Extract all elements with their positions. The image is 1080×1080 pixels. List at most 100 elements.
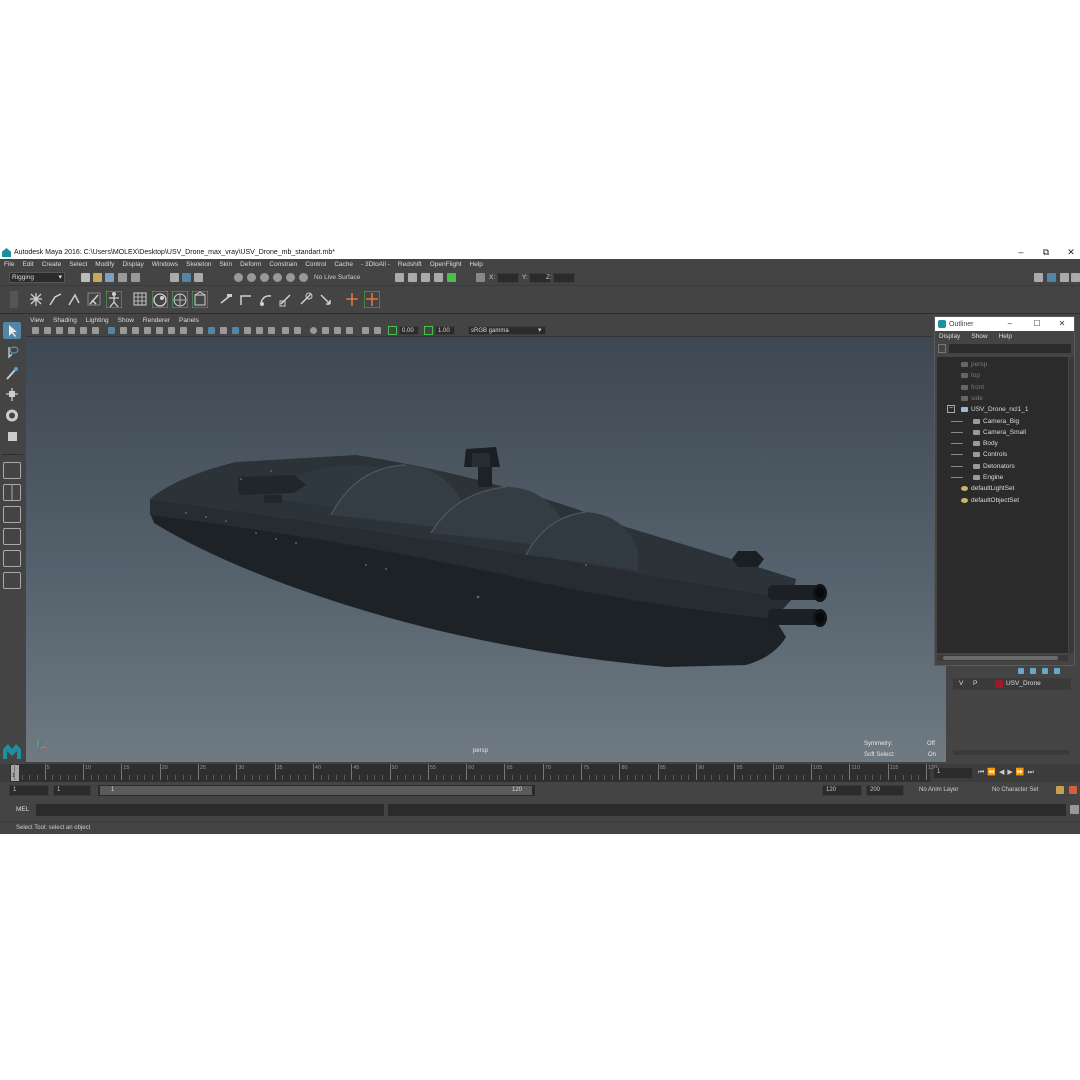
render-view-icon[interactable]: [395, 273, 404, 282]
safe-title-icon[interactable]: [180, 327, 187, 334]
open-scene-icon[interactable]: [93, 273, 102, 282]
anim-layer-dropdown[interactable]: No Anim Layer: [919, 787, 958, 793]
xray-icon[interactable]: [322, 327, 329, 334]
menu-edit[interactable]: Edit: [22, 261, 33, 268]
outliner-menu-help[interactable]: Help: [999, 333, 1012, 340]
maximize-button[interactable]: ⧉: [1033, 246, 1059, 259]
select-object-icon[interactable]: [182, 273, 191, 282]
menu-skeleton[interactable]: Skeleton: [186, 261, 211, 268]
menu-cache[interactable]: Cache: [334, 261, 353, 268]
outliner-item[interactable]: Controls: [937, 449, 1068, 460]
tool-settings-icon[interactable]: [1060, 273, 1069, 282]
scale-tool-icon[interactable]: [3, 428, 21, 445]
redo-icon[interactable]: [131, 273, 140, 282]
layer-row[interactable]: V P USV_Drone: [953, 678, 1071, 690]
expand-toggle-icon[interactable]: −: [947, 405, 955, 414]
layer-move-up-icon[interactable]: [1018, 668, 1024, 674]
new-scene-icon[interactable]: [81, 273, 90, 282]
camera-attributes-icon[interactable]: [44, 327, 51, 334]
layer-scrollbar[interactable]: [953, 750, 1069, 755]
screen-space-ao-icon[interactable]: [268, 327, 275, 334]
ik-spline-icon[interactable]: [66, 291, 82, 308]
layer-name[interactable]: USV_Drone: [1006, 678, 1041, 690]
outliner-item[interactable]: defaultLightSet: [937, 483, 1068, 494]
range-slider-track[interactable]: 1 120: [98, 785, 535, 796]
attribute-editor-icon[interactable]: [1047, 273, 1056, 282]
snap-curve-icon[interactable]: [247, 273, 256, 282]
outliner-item[interactable]: Engine: [937, 472, 1068, 483]
transform-mode-icon[interactable]: [476, 273, 485, 282]
gate-mask-icon[interactable]: [144, 327, 151, 334]
menu-select[interactable]: Select: [69, 261, 87, 268]
channel-box-icon[interactable]: [1071, 273, 1080, 282]
menu-file[interactable]: File: [4, 261, 14, 268]
layout-options-icon[interactable]: [3, 596, 21, 606]
persp-graph-layout-icon[interactable]: [3, 528, 21, 545]
bind-skin-icon[interactable]: [86, 291, 102, 308]
outliner-item[interactable]: Camera_Small: [937, 427, 1068, 438]
color-space-dropdown[interactable]: sRGB gamma: [468, 326, 546, 335]
select-camera-icon[interactable]: [32, 327, 39, 334]
auto-key-icon[interactable]: [1056, 786, 1064, 794]
outliner-menu-show[interactable]: Show: [971, 333, 987, 340]
backface-culling-icon[interactable]: [362, 327, 369, 334]
viewport-menu-shading[interactable]: Shading: [53, 317, 77, 324]
persp-uv-layout-icon[interactable]: [3, 550, 21, 567]
persp-outliner-layout-icon[interactable]: [3, 506, 21, 523]
layer-visibility-toggle[interactable]: V: [959, 678, 963, 690]
joint-tool-icon[interactable]: [28, 291, 44, 308]
rotate-tool-icon[interactable]: [3, 407, 21, 424]
character-set-dropdown[interactable]: No Character Set: [992, 787, 1038, 793]
grid-toggle-icon[interactable]: [108, 327, 115, 334]
menu-help[interactable]: Help: [470, 261, 483, 268]
viewport-menu-show[interactable]: Show: [118, 317, 134, 324]
gamma-icon[interactable]: [424, 326, 433, 335]
live-surface-label[interactable]: No Live Surface: [314, 274, 360, 281]
orient-constraint-icon[interactable]: [258, 291, 274, 308]
hypershade-icon[interactable]: [447, 273, 456, 282]
layer-color-swatch[interactable]: [995, 680, 1003, 688]
single-perspective-layout-icon[interactable]: [3, 462, 21, 479]
exposure-icon[interactable]: [388, 326, 397, 335]
outliner-item[interactable]: side: [937, 393, 1068, 404]
bookmark-icon[interactable]: [56, 327, 63, 334]
cluster-icon[interactable]: [152, 291, 168, 308]
close-button[interactable]: ✕: [1058, 246, 1080, 259]
outliner-close-button[interactable]: ✕: [1055, 317, 1069, 331]
modeling-toolkit-icon[interactable]: [1034, 273, 1043, 282]
film-gate-icon[interactable]: [120, 327, 127, 334]
wireframe-icon[interactable]: [196, 327, 203, 334]
two-d-pan-icon[interactable]: [80, 327, 87, 334]
outliner-item[interactable]: top: [937, 370, 1068, 381]
minimize-button[interactable]: –: [1008, 246, 1034, 259]
range-slider-handle[interactable]: [100, 786, 532, 795]
time-slider[interactable]: 1 15101520253035404550556065707580859095…: [0, 764, 1080, 782]
menu-constrain[interactable]: Constrain: [269, 261, 297, 268]
field-chart-icon[interactable]: [156, 327, 163, 334]
command-language-toggle[interactable]: MEL: [16, 806, 29, 813]
parent-constraint-icon[interactable]: [298, 291, 314, 308]
layer-playback-toggle[interactable]: P: [973, 678, 977, 690]
menu-modify[interactable]: Modify: [95, 261, 114, 268]
point-constraint-icon[interactable]: [218, 291, 234, 308]
menu-3dtoall[interactable]: - 3DtoAll -: [361, 261, 390, 268]
outliner-filter-icon[interactable]: [938, 344, 946, 353]
command-input[interactable]: [36, 804, 384, 816]
snap-view-icon[interactable]: [273, 273, 282, 282]
outliner-item[interactable]: persp: [937, 359, 1068, 370]
render-frame-icon[interactable]: [408, 273, 417, 282]
z-field[interactable]: [553, 273, 575, 283]
menu-skin[interactable]: Skin: [219, 261, 232, 268]
outliner-menu-display[interactable]: Display: [939, 333, 960, 340]
menu-openflight[interactable]: OpenFlight: [430, 261, 462, 268]
outliner-item[interactable]: defaultObjectSet: [937, 495, 1068, 506]
animation-start-field[interactable]: 1: [9, 785, 49, 796]
perspective-viewport[interactable]: persp Symmetry: Off Soft Select: On: [26, 337, 946, 762]
set-driven-key-icon[interactable]: [364, 291, 380, 308]
grease-pencil-icon[interactable]: [92, 327, 99, 334]
playback-end-field[interactable]: 120: [822, 785, 862, 796]
humanik-icon[interactable]: [106, 291, 122, 308]
textured-icon[interactable]: [232, 327, 239, 334]
use-all-lights-icon[interactable]: [244, 327, 251, 334]
menu-create[interactable]: Create: [42, 261, 62, 268]
